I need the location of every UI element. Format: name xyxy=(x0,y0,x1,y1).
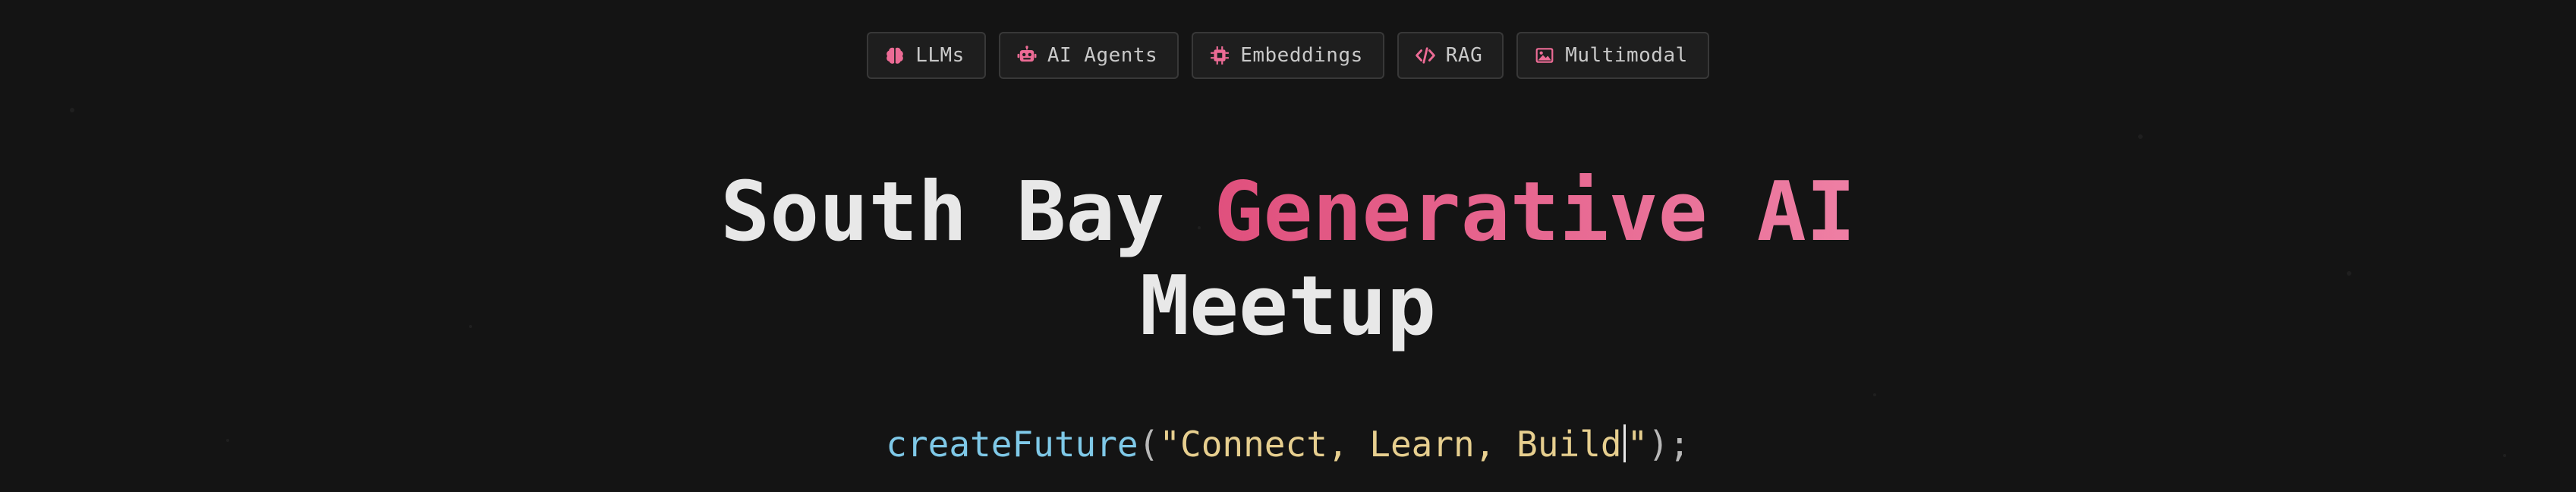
tag-label: Multimodal xyxy=(1565,44,1688,67)
code-open-paren: ( xyxy=(1138,424,1160,465)
brain-icon xyxy=(885,46,905,65)
code-close: ); xyxy=(1648,424,1690,465)
code-string-close: " xyxy=(1627,424,1649,465)
robot-icon xyxy=(1017,46,1037,65)
code-string: "Connect, Learn, Build xyxy=(1159,424,1622,465)
title-text: South Bay xyxy=(720,165,1214,260)
tag-label: Embeddings xyxy=(1240,44,1363,67)
tag-rag[interactable]: RAG xyxy=(1397,32,1504,79)
image-icon xyxy=(1535,46,1554,65)
tag-embeddings[interactable]: Embeddings xyxy=(1192,32,1384,79)
tag-multimodal[interactable]: Multimodal xyxy=(1516,32,1709,79)
tag-llms[interactable]: LLMs xyxy=(867,32,986,79)
tag-label: RAG xyxy=(1445,44,1483,67)
tagline-code: createFuture("Connect, Learn, Build "); xyxy=(0,418,2576,471)
code-function: createFuture xyxy=(886,424,1138,465)
tag-ai-agents[interactable]: AI Agents xyxy=(998,32,1179,79)
title-accent: Generative AI xyxy=(1214,165,1856,260)
code-icon xyxy=(1415,46,1435,65)
page-title: South Bay Generative AI Meetup xyxy=(0,166,2576,354)
tag-label: LLMs xyxy=(915,44,965,67)
typing-cursor xyxy=(1623,424,1626,462)
tag-label: AI Agents xyxy=(1047,44,1158,67)
title-line-2: Meetup xyxy=(1139,259,1437,354)
topic-tags: LLMs AI Agents Embeddings RAG Multimodal xyxy=(0,32,2576,79)
chip-icon xyxy=(1210,46,1230,65)
